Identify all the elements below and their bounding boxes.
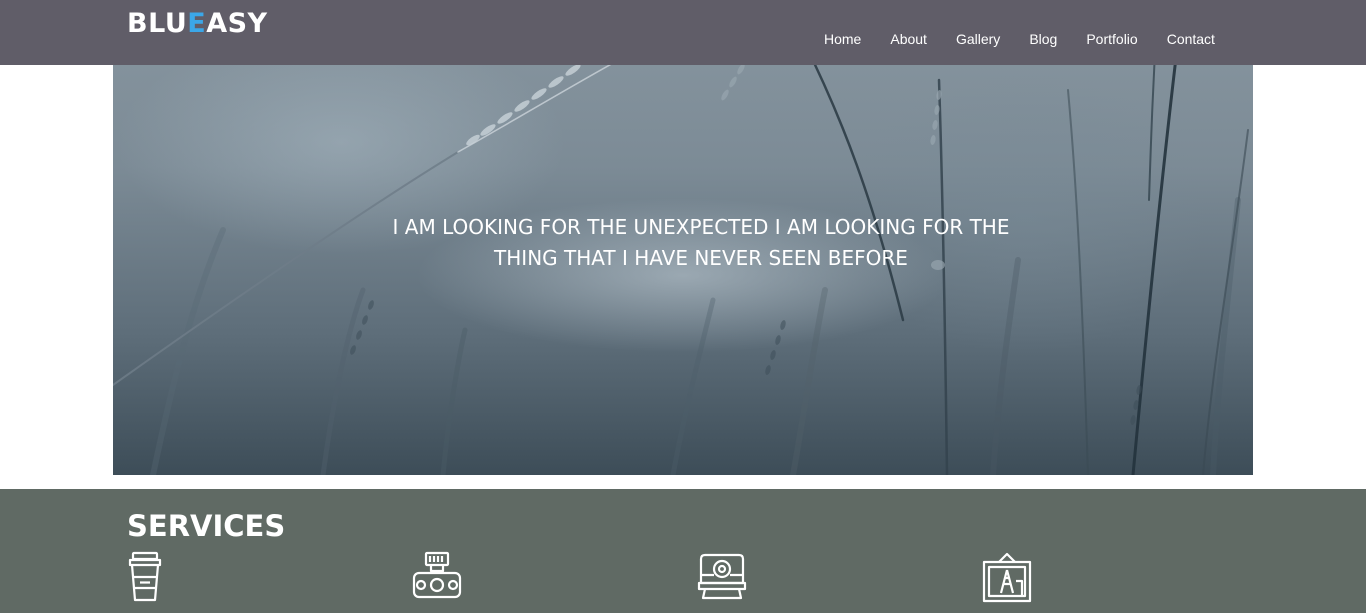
- nav-contact[interactable]: Contact: [1167, 31, 1215, 47]
- logo-text-part2: ASY: [206, 8, 268, 39]
- hero-quote: I AM LOOKING FOR THE UNEXPECTED I AM LOO…: [113, 212, 1253, 274]
- site-logo[interactable]: BLUEASY: [127, 8, 268, 39]
- nav-gallery[interactable]: Gallery: [956, 31, 1000, 47]
- site-header: BLUEASY Home About Gallery Blog Portfoli…: [0, 0, 1366, 65]
- hero-quote-line-1: I AM LOOKING FOR THE UNEXPECTED I AM LOO…: [392, 215, 1010, 239]
- nav-home[interactable]: Home: [824, 31, 861, 47]
- instant-camera-icon: [697, 553, 747, 600]
- nav-portfolio[interactable]: Portfolio: [1086, 31, 1137, 47]
- services-section: SERVICES: [0, 489, 1366, 613]
- coffee-cup-icon: [128, 551, 162, 602]
- retro-camera-icon: [412, 551, 462, 599]
- logo-text-accent: E: [187, 8, 207, 39]
- logo-text-part1: BLU: [127, 8, 188, 39]
- main-nav: Home About Gallery Blog Portfolio Contac…: [824, 31, 1215, 47]
- hero-quote-line-2: THING THAT I HAVE NEVER SEEN BEFORE: [494, 246, 908, 270]
- framed-picture-icon: [982, 552, 1032, 603]
- nav-about[interactable]: About: [890, 31, 927, 47]
- services-title: SERVICES: [127, 509, 286, 543]
- hero-banner: I AM LOOKING FOR THE UNEXPECTED I AM LOO…: [113, 0, 1253, 475]
- nav-blog[interactable]: Blog: [1029, 31, 1057, 47]
